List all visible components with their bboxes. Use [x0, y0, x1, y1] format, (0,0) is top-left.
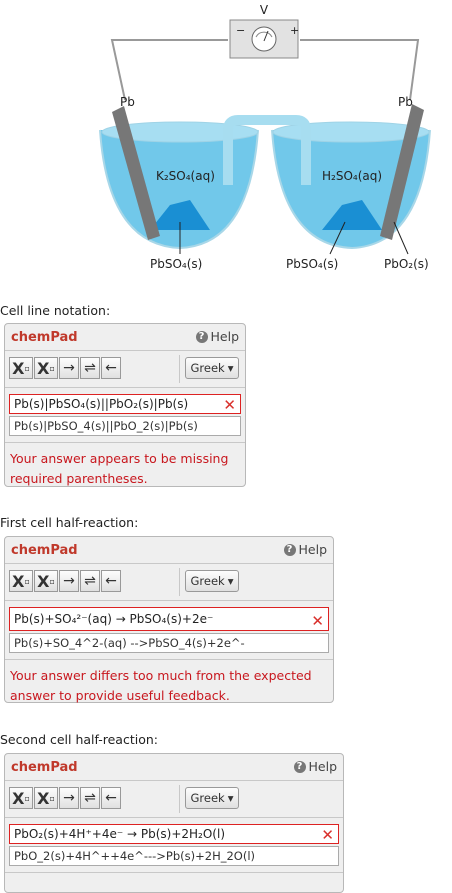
chempad-title-text: chemPad — [11, 760, 78, 775]
subscript-icon: X — [12, 358, 25, 378]
answer-display[interactable]: Pb(s)|PbSO₄(s)||PbO₂(s)|Pb(s) ✕ — [9, 394, 241, 414]
chempad-title-text: chemPad — [11, 543, 78, 558]
superscript-button[interactable]: X ▫ — [34, 357, 58, 379]
right-solid-leader — [393, 221, 409, 255]
answer-display[interactable]: Pb(s)+SO₄²⁻(aq) → PbSO₄(s)+2e⁻ ✕ — [9, 607, 329, 631]
incorrect-x-icon: ✕ — [311, 612, 324, 630]
chempad-toolbar: X ▫ X ▫ → ⇌ ← Greek ▾ — [5, 781, 343, 818]
chempad-body: PbO₂(s)+4H⁺+4e⁻ → Pb(s)+2H₂O(l) ✕ PbO_2(s… — [5, 818, 343, 872]
subscript-button[interactable]: X ▫ — [9, 787, 33, 809]
superscript-icon: X — [37, 571, 50, 591]
greek-label: Greek — [190, 361, 225, 375]
help-button[interactable]: ? Help — [195, 329, 240, 344]
arrow-right-button[interactable]: → — [59, 787, 79, 809]
arrow-right-button[interactable]: → — [59, 357, 79, 379]
help-icon: ? — [293, 760, 306, 773]
superscript-button[interactable]: X ▫ — [34, 787, 58, 809]
answer-display-text: PbO₂(s)+4H⁺+4e⁻ → Pb(s)+2H₂O(l) — [14, 827, 225, 841]
answer-input[interactable]: Pb(s)|PbSO_4(s)||PbO_2(s)|Pb(s) — [9, 416, 241, 436]
equilibrium-arrow-button[interactable]: ⇌ — [80, 357, 100, 379]
chempad-header: chemPad ? Help — [5, 537, 333, 564]
greek-dropdown[interactable]: Greek ▾ — [185, 570, 239, 592]
left-electrode-label: Pb — [120, 95, 135, 109]
arrow-left-button[interactable]: ← — [101, 570, 121, 592]
plus-sign: + — [290, 24, 299, 37]
toolbar-divider — [179, 568, 180, 596]
caret-down-icon: ▾ — [227, 574, 234, 588]
left-solution-label: K₂SO₄(aq) — [156, 169, 215, 183]
right-solution-label: H₂SO₄(aq) — [322, 169, 382, 183]
right-wire — [300, 39, 420, 101]
arrow-left-button[interactable]: ← — [101, 787, 121, 809]
mid-solid-label: PbSO₄(s) — [286, 257, 338, 271]
question-label-first-half-reaction: First cell half-reaction: — [0, 515, 139, 530]
chempad-first-half-reaction: chemPad ? Help X ▫ X ▫ → ⇌ ← Greek ▾ Pb(s)+S… — [4, 536, 334, 703]
answer-input[interactable]: PbO_2(s)+4H^++4e^--->Pb(s)+2H_2O(l) — [9, 846, 339, 866]
chempad-title: chemPad — [11, 330, 78, 345]
equilibrium-arrow-button[interactable]: ⇌ — [80, 570, 100, 592]
galvanic-cell-diagram: V − + Pb Pb K₂SO₄(aq) H₂SO₄(aq) PbSO₄(s)… — [99, 3, 431, 271]
voltmeter: V − + — [229, 3, 299, 59]
caret-down-icon: ▾ — [227, 791, 234, 805]
question-label-second-half-reaction: Second cell half-reaction: — [0, 732, 158, 747]
help-label: Help — [210, 329, 240, 344]
voltmeter-label: V — [260, 3, 269, 17]
feedback-message: Your answer appears to be missing requir… — [5, 442, 245, 495]
right-electrode-label: Pb — [398, 95, 413, 109]
greek-label: Greek — [190, 574, 225, 588]
question-label-cell-notation: Cell line notation: — [0, 303, 111, 318]
right-solid-label: PbO₂(s) — [384, 257, 429, 271]
greek-label: Greek — [190, 791, 225, 805]
answer-display-text: Pb(s)+SO₄²⁻(aq) → PbSO₄(s)+2e⁻ — [14, 612, 214, 626]
subscript-icon: X — [12, 788, 25, 808]
chempad-title: chemPad — [11, 760, 78, 775]
toolbar-divider — [179, 785, 180, 813]
help-label: Help — [308, 759, 338, 774]
toolbar-divider — [179, 355, 180, 383]
arrow-left-button[interactable]: ← — [101, 357, 121, 379]
incorrect-x-icon: ✕ — [321, 826, 334, 844]
superscript-icon: X — [37, 358, 50, 378]
greek-dropdown[interactable]: Greek ▾ — [185, 357, 239, 379]
answer-input[interactable]: Pb(s)+SO_4^2-(aq) -->PbSO_4(s)+2e^- — [9, 633, 329, 653]
chempad-cell-notation: chemPad ? Help X ▫ X ▫ → ⇌ ← Greek ▾ Pb(s)|P… — [4, 323, 246, 487]
help-icon: ? — [195, 330, 208, 343]
chempad-title: chemPad — [11, 543, 78, 558]
chempad-header: chemPad ? Help — [5, 754, 343, 781]
chempad-header: chemPad ? Help — [5, 324, 245, 351]
chempad-toolbar: X ▫ X ▫ → ⇌ ← Greek ▾ — [5, 564, 333, 601]
subscript-button[interactable]: X ▫ — [9, 570, 33, 592]
chempad-toolbar: X ▫ X ▫ → ⇌ ← Greek ▾ — [5, 351, 245, 388]
answer-display-text: Pb(s)|PbSO₄(s)||PbO₂(s)|Pb(s) — [14, 397, 189, 411]
subscript-icon: X — [12, 571, 25, 591]
caret-down-icon: ▾ — [227, 361, 234, 375]
incorrect-x-icon: ✕ — [223, 396, 236, 414]
help-icon: ? — [283, 543, 296, 556]
left-solid-label: PbSO₄(s) — [150, 257, 202, 271]
chempad-body: Pb(s)+SO₄²⁻(aq) → PbSO₄(s)+2e⁻ ✕ Pb(s)+SO… — [5, 601, 333, 659]
feedback-message: Your answer differs too much from the ex… — [5, 659, 333, 712]
subscript-button[interactable]: X ▫ — [9, 357, 33, 379]
answer-display[interactable]: PbO₂(s)+4H⁺+4e⁻ → Pb(s)+2H₂O(l) ✕ — [9, 824, 339, 844]
chempad-second-half-reaction: chemPad ? Help X ▫ X ▫ → ⇌ ← Greek ▾ PbO₂(s)… — [4, 753, 344, 893]
minus-sign: − — [236, 24, 245, 37]
superscript-icon: X — [37, 788, 50, 808]
help-label: Help — [298, 542, 328, 557]
superscript-button[interactable]: X ▫ — [34, 570, 58, 592]
greek-dropdown[interactable]: Greek ▾ — [185, 787, 239, 809]
help-button[interactable]: ? Help — [283, 542, 328, 557]
equilibrium-arrow-button[interactable]: ⇌ — [80, 787, 100, 809]
help-button[interactable]: ? Help — [293, 759, 338, 774]
left-wire — [110, 39, 228, 101]
arrow-right-button[interactable]: → — [59, 570, 79, 592]
chempad-body: Pb(s)|PbSO₄(s)||PbO₂(s)|Pb(s) ✕ Pb(s)|PbS… — [5, 388, 245, 442]
chempad-title-text: chemPad — [11, 330, 78, 345]
